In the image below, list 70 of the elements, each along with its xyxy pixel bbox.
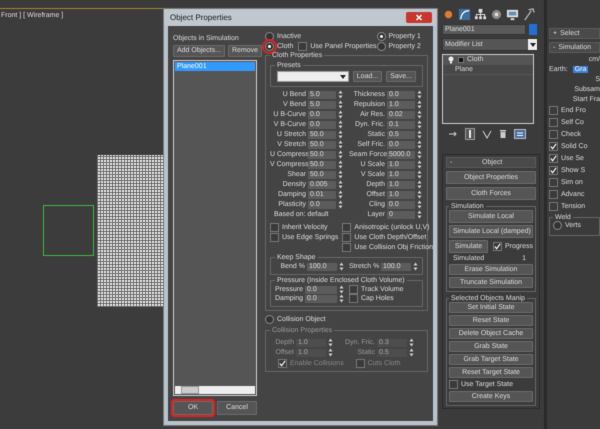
spinner-icon[interactable] [338, 130, 343, 139]
checkbox[interactable] [349, 294, 358, 303]
radio-button[interactable] [376, 32, 386, 41]
caret-icon [340, 74, 346, 78]
spinner-icon[interactable] [417, 190, 422, 199]
spinner-icon[interactable] [338, 190, 343, 199]
spinner-icon[interactable] [339, 294, 344, 303]
radio-button[interactable] [265, 42, 274, 51]
checkbox[interactable] [549, 106, 558, 115]
radio-button[interactable] [553, 221, 562, 230]
checkbox[interactable] [342, 243, 352, 252]
checkbox[interactable] [549, 166, 558, 175]
spinner-icon[interactable] [417, 90, 422, 99]
spinner-icon[interactable] [417, 130, 422, 139]
color-swatch[interactable] [529, 24, 537, 35]
checkbox[interactable] [342, 233, 352, 242]
curve-icon[interactable] [458, 8, 471, 21]
spinner-icon[interactable] [338, 90, 343, 99]
trash-icon[interactable] [499, 129, 507, 139]
checkbox[interactable] [342, 223, 352, 232]
window-title: Object Properties [170, 13, 232, 22]
checkbox[interactable] [549, 154, 558, 163]
checkbox[interactable] [549, 178, 558, 187]
spinner-icon[interactable] [417, 150, 422, 159]
config-icon[interactable] [514, 129, 526, 139]
spinner-icon[interactable] [417, 180, 422, 189]
spinner-icon[interactable] [417, 210, 422, 219]
close-icon[interactable] [406, 12, 432, 23]
spinner-icon[interactable] [338, 100, 343, 109]
checkbox[interactable] [549, 202, 558, 211]
checkbox[interactable] [270, 233, 279, 242]
square-outline [43, 205, 94, 256]
radio-button[interactable] [265, 32, 274, 41]
checkbox[interactable] [549, 190, 558, 199]
monitor-icon[interactable] [506, 8, 519, 21]
checkbox[interactable] [298, 42, 308, 51]
spinner-icon[interactable] [417, 110, 422, 119]
hierarchy-icon[interactable] [474, 8, 487, 21]
radio-button[interactable] [376, 42, 386, 51]
bulb-icon[interactable] [447, 56, 455, 64]
spinner-icon[interactable] [338, 150, 343, 159]
spinner-icon[interactable] [417, 200, 422, 209]
spinner-icon[interactable] [338, 140, 343, 149]
checkbox[interactable] [449, 380, 458, 389]
checkbox[interactable] [270, 223, 279, 232]
checkbox[interactable] [349, 285, 358, 294]
sphere-icon[interactable] [442, 8, 455, 21]
spinner-icon[interactable] [339, 262, 344, 271]
spinner-icon[interactable] [338, 110, 343, 119]
spinner-icon[interactable] [417, 100, 422, 109]
checkbox[interactable] [549, 130, 558, 139]
spinner-icon[interactable] [417, 170, 422, 179]
radio-button[interactable] [265, 315, 274, 324]
checkbox[interactable] [492, 242, 502, 251]
caret-icon [530, 42, 536, 46]
bar-icon[interactable] [465, 128, 475, 140]
checkbox[interactable] [549, 118, 558, 127]
spinner-icon[interactable] [338, 170, 343, 179]
spinner-icon[interactable] [417, 140, 422, 149]
spinner-icon[interactable] [417, 160, 422, 169]
scrollbar[interactable] [175, 386, 255, 394]
checkbox[interactable] [549, 142, 558, 151]
spinner-icon[interactable] [338, 120, 343, 129]
spinner-icon[interactable] [339, 285, 344, 294]
spinner-icon[interactable] [338, 180, 343, 189]
spinner-icon[interactable] [338, 160, 343, 169]
spinner-icon[interactable] [413, 262, 418, 271]
spinner-icon[interactable] [417, 120, 422, 129]
square-icon [458, 56, 464, 62]
spinner-icon[interactable] [338, 200, 343, 209]
